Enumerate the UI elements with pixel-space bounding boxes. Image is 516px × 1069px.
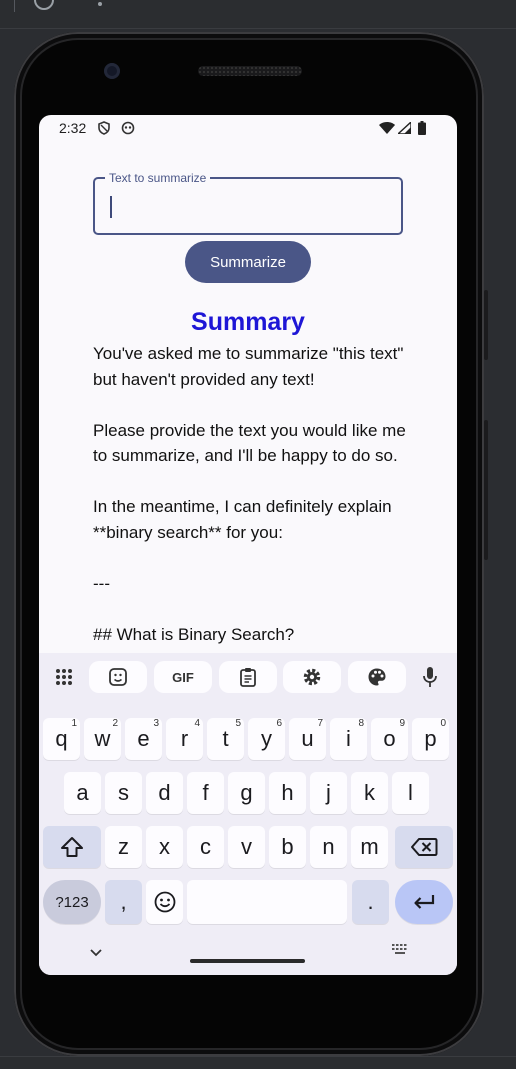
key-v[interactable]: v — [228, 826, 265, 868]
enter-key[interactable] — [395, 880, 453, 924]
key-hint: 9 — [399, 718, 405, 729]
key-p[interactable]: p0 — [412, 718, 449, 760]
apps-grid-icon[interactable] — [47, 661, 81, 693]
key-label: o — [383, 726, 396, 751]
earpiece-speaker — [198, 66, 302, 76]
comma-key[interactable]: , — [105, 880, 142, 924]
key-label: u — [301, 726, 314, 751]
key-label: w — [94, 726, 111, 751]
summary-paragraph: Please provide the text you would like m… — [93, 420, 411, 466]
key-k[interactable]: k — [351, 772, 388, 814]
navigation-bar — [39, 935, 457, 975]
key-label: t — [222, 726, 229, 751]
key-r[interactable]: r4 — [166, 718, 203, 760]
summary-paragraph: You've asked me to summarize "this text"… — [93, 344, 409, 389]
summary-text-input[interactable] — [95, 179, 401, 233]
key-q[interactable]: q1 — [43, 718, 80, 760]
wifi-icon — [379, 122, 395, 138]
key-t[interactable]: t5 — [207, 718, 244, 760]
emoji-icon — [154, 891, 175, 913]
clipboard-icon[interactable] — [219, 661, 277, 693]
ide-toolbar — [0, 0, 516, 29]
summary-title: Summary — [191, 308, 305, 336]
soft-keyboard: GIF q1 w2 e3 r4 t5 y6 u7 i8 o9 p0 a s d … — [39, 653, 457, 975]
settings-icon[interactable] — [283, 661, 341, 693]
key-label: q — [55, 726, 68, 751]
key-hint: 1 — [71, 718, 77, 729]
key-m[interactable]: m — [351, 826, 388, 868]
home-gesture-handle[interactable] — [190, 959, 305, 963]
summary-paragraph: In the meantime, I can definitely explai… — [93, 497, 397, 542]
key-w[interactable]: w2 — [84, 718, 121, 760]
volume-side-button — [484, 420, 488, 560]
key-hint: 5 — [235, 718, 241, 729]
key-y[interactable]: y6 — [248, 718, 285, 760]
more-icon[interactable] — [98, 2, 102, 6]
keyboard-switcher-icon[interactable] — [391, 941, 411, 960]
shift-key[interactable] — [43, 826, 101, 868]
key-u[interactable]: u7 — [289, 718, 326, 760]
key-b[interactable]: b — [269, 826, 306, 868]
key-j[interactable]: j — [310, 772, 347, 814]
status-bar: 2:32 — [39, 115, 457, 141]
toolbar-divider — [14, 0, 15, 12]
front-camera — [104, 63, 120, 79]
key-g[interactable]: g — [228, 772, 265, 814]
key-label: r — [180, 726, 189, 751]
device-screen: 2:32 Text to summarize Summarize Summary… — [39, 115, 457, 975]
space-key[interactable] — [187, 880, 347, 924]
key-i[interactable]: i8 — [330, 718, 367, 760]
key-c[interactable]: c — [187, 826, 224, 868]
keyboard-toolbar: GIF — [39, 661, 457, 697]
key-n[interactable]: n — [310, 826, 347, 868]
key-s[interactable]: s — [105, 772, 142, 814]
battery-icon — [418, 121, 426, 139]
status-time: 2:32 — [59, 120, 87, 136]
period-key[interactable]: . — [352, 880, 389, 924]
key-hint: 8 — [358, 718, 364, 729]
gif-button[interactable]: GIF — [154, 661, 212, 693]
key-label: i — [346, 726, 351, 751]
key-e[interactable]: e3 — [125, 718, 162, 760]
backspace-key[interactable] — [395, 826, 453, 868]
ide-statusbar — [0, 1056, 516, 1069]
key-f[interactable]: f — [187, 772, 224, 814]
key-label: e — [137, 726, 150, 751]
key-hint: 3 — [153, 718, 159, 729]
key-h[interactable]: h — [269, 772, 306, 814]
key-d[interactable]: d — [146, 772, 183, 814]
key-x[interactable]: x — [146, 826, 183, 868]
key-label: y — [261, 726, 272, 751]
key-hint: 4 — [194, 718, 200, 729]
palette-icon[interactable] — [348, 661, 406, 693]
key-label: p — [424, 726, 437, 751]
key-hint: 7 — [317, 718, 323, 729]
emoji-key[interactable] — [146, 880, 183, 924]
power-icon[interactable] — [34, 0, 54, 10]
summary-paragraph: --- — [93, 573, 110, 593]
text-to-summarize-field[interactable]: Text to summarize — [93, 171, 403, 235]
key-a[interactable]: a — [64, 772, 101, 814]
summarize-button[interactable]: Summarize — [185, 241, 311, 283]
enter-icon — [414, 895, 435, 909]
shield-icon — [97, 121, 111, 139]
symbols-key[interactable]: ?123 — [43, 880, 101, 924]
key-hint: 2 — [112, 718, 118, 729]
mic-icon[interactable] — [413, 661, 447, 693]
key-hint: 0 — [440, 718, 446, 729]
backspace-icon — [411, 838, 438, 856]
hide-keyboard-icon[interactable] — [89, 943, 103, 962]
assistant-icon — [121, 121, 135, 139]
power-side-button — [484, 290, 488, 360]
key-o[interactable]: o9 — [371, 718, 408, 760]
key-hint: 6 — [276, 718, 282, 729]
summary-paragraph: ## What is Binary Search? — [93, 624, 295, 644]
text-cursor — [110, 196, 112, 218]
sticker-icon[interactable] — [89, 661, 147, 693]
signal-icon — [396, 120, 412, 138]
key-l[interactable]: l — [392, 772, 429, 814]
key-z[interactable]: z — [105, 826, 142, 868]
shift-icon — [61, 837, 83, 857]
summary-output: You've asked me to summarize "this text"… — [93, 341, 407, 673]
